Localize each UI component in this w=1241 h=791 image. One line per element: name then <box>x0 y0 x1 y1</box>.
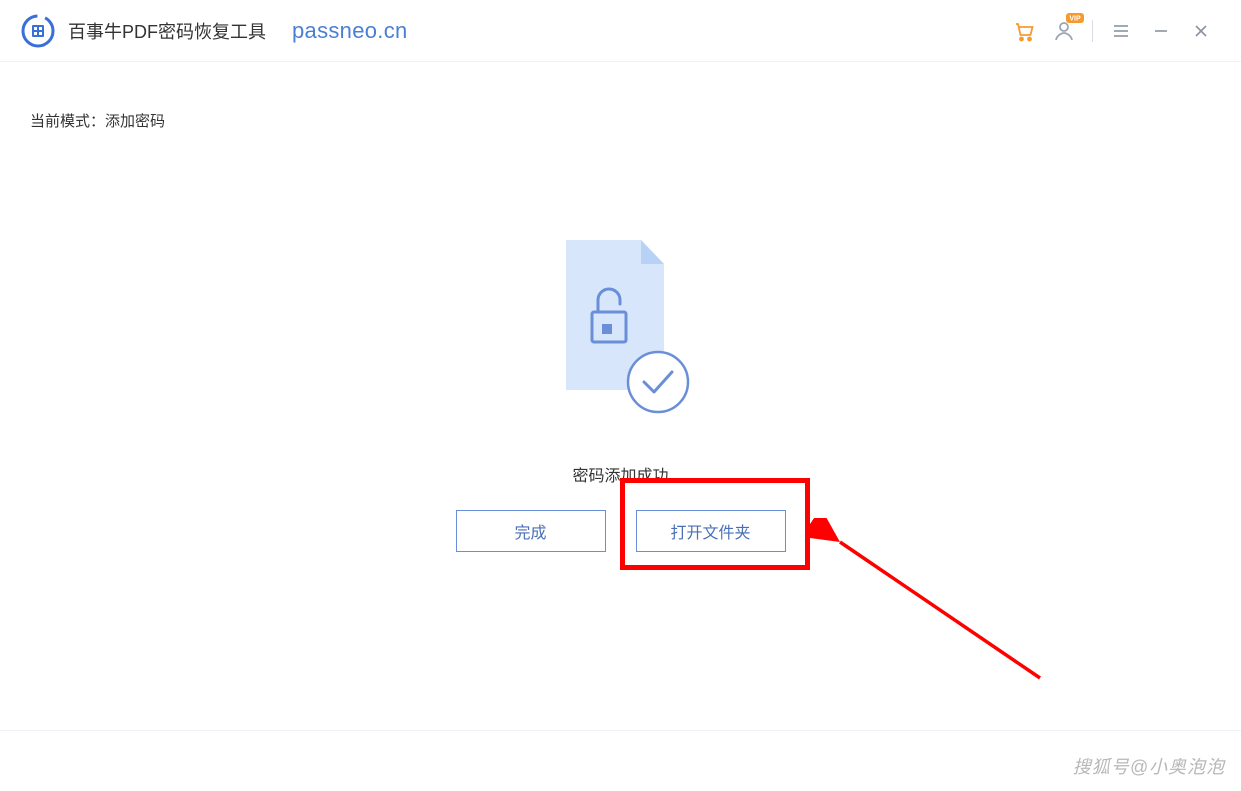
titlebar-left: 百事牛PDF密码恢复工具 passneo.cn <box>20 13 408 49</box>
footer-divider <box>0 730 1241 731</box>
open-folder-button[interactable]: 打开文件夹 <box>636 510 786 552</box>
mode-label: 当前模式：添加密码 <box>30 110 165 131</box>
status-text: 密码添加成功 <box>572 462 668 486</box>
app-domain: passneo.cn <box>292 18 408 44</box>
titlebar: 百事牛PDF密码恢复工具 passneo.cn VIP <box>0 0 1241 62</box>
cart-icon[interactable] <box>1004 11 1044 51</box>
titlebar-right: VIP <box>1004 11 1221 51</box>
button-row: 完成 打开文件夹 <box>456 510 786 552</box>
titlebar-divider <box>1092 20 1093 42</box>
content-area: 当前模式：添加密码 密码添加成功 完成 打开文件夹 <box>0 62 1241 791</box>
done-button[interactable]: 完成 <box>456 510 606 552</box>
svg-text:VIP: VIP <box>1069 15 1081 22</box>
user-vip-icon[interactable]: VIP <box>1044 11 1084 51</box>
annotation-arrow <box>810 518 1070 698</box>
file-unlock-illustration <box>546 232 696 422</box>
menu-icon[interactable] <box>1101 11 1141 51</box>
app-title: 百事牛PDF密码恢复工具 <box>68 18 266 44</box>
app-logo-icon <box>20 13 56 49</box>
center-area: 密码添加成功 完成 打开文件夹 <box>456 232 786 552</box>
watermark: 搜狐号@小奥泡泡 <box>1073 753 1225 779</box>
close-icon[interactable] <box>1181 11 1221 51</box>
minimize-icon[interactable] <box>1141 11 1181 51</box>
